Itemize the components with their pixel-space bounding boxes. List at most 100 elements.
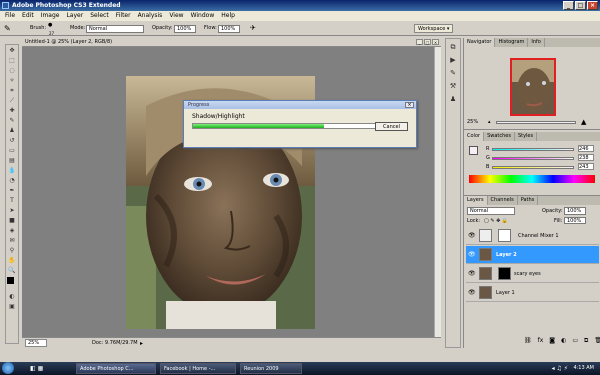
minimize-button[interactable]: _ — [563, 1, 574, 10]
menu-view[interactable]: View — [169, 11, 183, 21]
visibility-eye-icon[interactable]: 👁 — [468, 284, 476, 302]
link-layers-icon[interactable]: ⛓ — [524, 337, 532, 345]
layer-row[interactable]: 👁 scary eyes — [466, 265, 599, 283]
dodge-tool-icon[interactable]: ◔ — [7, 177, 17, 185]
zoom-out-icon[interactable]: ▴ — [488, 118, 491, 126]
menu-analysis[interactable]: Analysis — [138, 11, 163, 21]
lasso-tool-icon[interactable]: ◌ — [7, 67, 17, 75]
opacity-field[interactable]: 100% — [174, 25, 196, 33]
blend-mode-select[interactable]: Normal — [467, 207, 515, 215]
marquee-tool-icon[interactable]: ⬚ — [7, 57, 17, 65]
layer-row[interactable]: 👁 Channel Mixer 1 — [466, 227, 599, 245]
blue-value[interactable]: 243 — [578, 163, 594, 170]
tab-color[interactable]: Color — [464, 132, 485, 141]
lock-icons[interactable]: ▢ ✎ ✥ 🔒 — [484, 217, 508, 225]
menu-select[interactable]: Select — [90, 11, 109, 21]
visibility-eye-icon[interactable]: 👁 — [468, 227, 476, 245]
tab-swatches[interactable]: Swatches — [484, 132, 515, 141]
blue-slider[interactable] — [492, 166, 574, 169]
red-value[interactable]: 246 — [578, 145, 594, 152]
type-tool-icon[interactable]: T — [7, 197, 17, 205]
layer-opacity-field[interactable]: 100% — [564, 207, 586, 215]
layer-style-icon[interactable]: fx — [538, 337, 544, 345]
slice-tool-icon[interactable]: ⟋ — [7, 97, 17, 105]
brushes-panel-icon[interactable]: ✎ — [448, 69, 459, 78]
tool-presets-panel-icon[interactable]: ⚒ — [448, 82, 459, 91]
clone-source-panel-icon[interactable]: ♟ — [448, 95, 459, 104]
menu-layer[interactable]: Layer — [66, 11, 83, 21]
magic-wand-tool-icon[interactable]: ✧ — [7, 77, 17, 85]
doc-minimize-button[interactable]: _ — [416, 39, 423, 45]
adjustment-icon[interactable]: ◐ — [561, 337, 566, 345]
notes-tool-icon[interactable]: ✉ — [7, 237, 17, 245]
quick-launch-icons[interactable]: ◧ ▦ — [30, 362, 43, 375]
tab-paths[interactable]: Paths — [518, 196, 539, 205]
navigator-zoom-slider[interactable] — [496, 121, 576, 124]
color-spectrum-bar[interactable] — [469, 175, 595, 183]
color-swatches[interactable] — [7, 277, 17, 291]
start-button-icon[interactable] — [2, 362, 14, 374]
crop-tool-icon[interactable]: ⌗ — [7, 87, 17, 95]
green-value[interactable]: 238 — [578, 154, 594, 161]
doc-close-button[interactable]: × — [432, 39, 439, 45]
tab-navigator[interactable]: Navigator — [464, 38, 496, 47]
zoom-in-icon[interactable]: ▲ — [581, 118, 586, 126]
trash-icon[interactable]: 🗑 — [594, 337, 600, 345]
add-mask-icon[interactable]: ◙ — [549, 337, 555, 345]
pen-tool-icon[interactable]: ✒ — [7, 187, 17, 195]
tab-layers[interactable]: Layers — [464, 196, 488, 205]
quick-mask-icon[interactable]: ◐ — [7, 293, 17, 301]
layer-row-selected[interactable]: 👁 Layer 2 — [466, 246, 599, 264]
eraser-tool-icon[interactable]: ▭ — [7, 147, 17, 155]
fill-field[interactable]: 100% — [564, 217, 586, 224]
foreground-color-swatch[interactable] — [469, 146, 478, 155]
shape-tool-icon[interactable]: ■ — [7, 217, 17, 225]
actions-panel-icon[interactable]: ▶ — [448, 56, 459, 65]
new-layer-icon[interactable]: ⧉ — [584, 337, 588, 345]
tab-channels[interactable]: Channels — [488, 196, 518, 205]
vertical-scrollbar[interactable] — [434, 47, 441, 337]
system-tray-icons[interactable]: ◂ ♫ ⚡ — [552, 362, 568, 375]
menu-filter[interactable]: Filter — [116, 11, 131, 21]
taskbar-item-facebook[interactable]: Facebook | Home -... — [160, 363, 236, 374]
mode-select[interactable]: Normal — [86, 25, 144, 33]
visibility-eye-icon[interactable]: 👁 — [468, 246, 476, 264]
cancel-button[interactable]: Cancel — [375, 122, 408, 131]
gradient-tool-icon[interactable]: ▤ — [7, 157, 17, 165]
tab-info[interactable]: Info — [528, 38, 545, 47]
move-tool-icon[interactable]: ✥ — [7, 47, 17, 55]
taskbar-item-reunion[interactable]: Reunion 2009 — [240, 363, 302, 374]
blur-tool-icon[interactable]: 💧 — [7, 167, 17, 175]
workspace-menu[interactable]: Workspace ▾ — [414, 24, 454, 33]
zoom-field[interactable]: 25% — [25, 339, 47, 347]
taskbar-item-photoshop[interactable]: Adobe Photoshop C... — [76, 363, 156, 374]
navigator-thumbnail[interactable] — [510, 58, 556, 116]
layer-row[interactable]: 👁 Layer 1 — [466, 284, 599, 302]
hand-tool-icon[interactable]: ✋ — [7, 257, 17, 265]
close-button[interactable]: × — [587, 1, 598, 10]
history-panel-icon[interactable]: ⧉ — [448, 43, 459, 52]
brush-tool-icon[interactable]: ✎ — [7, 117, 17, 125]
tab-styles[interactable]: Styles — [515, 132, 538, 141]
zoom-tool-icon[interactable]: 🔍 — [7, 267, 17, 275]
visibility-eye-icon[interactable]: 👁 — [468, 265, 476, 283]
clone-stamp-tool-icon[interactable]: ♟ — [7, 127, 17, 135]
brush-tool-icon[interactable]: ✎ — [4, 21, 11, 36]
maximize-button[interactable]: □ — [575, 1, 586, 10]
path-selection-tool-icon[interactable]: ➤ — [7, 207, 17, 215]
tab-histogram[interactable]: Histogram — [495, 38, 529, 47]
new-group-icon[interactable]: ▭ — [572, 337, 578, 345]
menu-window[interactable]: Window — [191, 11, 215, 21]
airbrush-icon[interactable]: ✈ — [250, 21, 256, 36]
screen-mode-icon[interactable]: ▣ — [7, 303, 17, 311]
red-slider[interactable] — [492, 148, 574, 151]
3d-tool-icon[interactable]: ◈ — [7, 227, 17, 235]
flow-field[interactable]: 100% — [218, 25, 240, 33]
menu-edit[interactable]: Edit — [22, 11, 34, 21]
green-slider[interactable] — [492, 157, 574, 160]
dialog-close-icon[interactable]: × — [405, 102, 414, 108]
healing-brush-tool-icon[interactable]: ✚ — [7, 107, 17, 115]
eyedropper-tool-icon[interactable]: ⚲ — [7, 247, 17, 255]
doc-maximize-button[interactable]: □ — [424, 39, 431, 45]
menu-file[interactable]: File — [5, 11, 15, 21]
